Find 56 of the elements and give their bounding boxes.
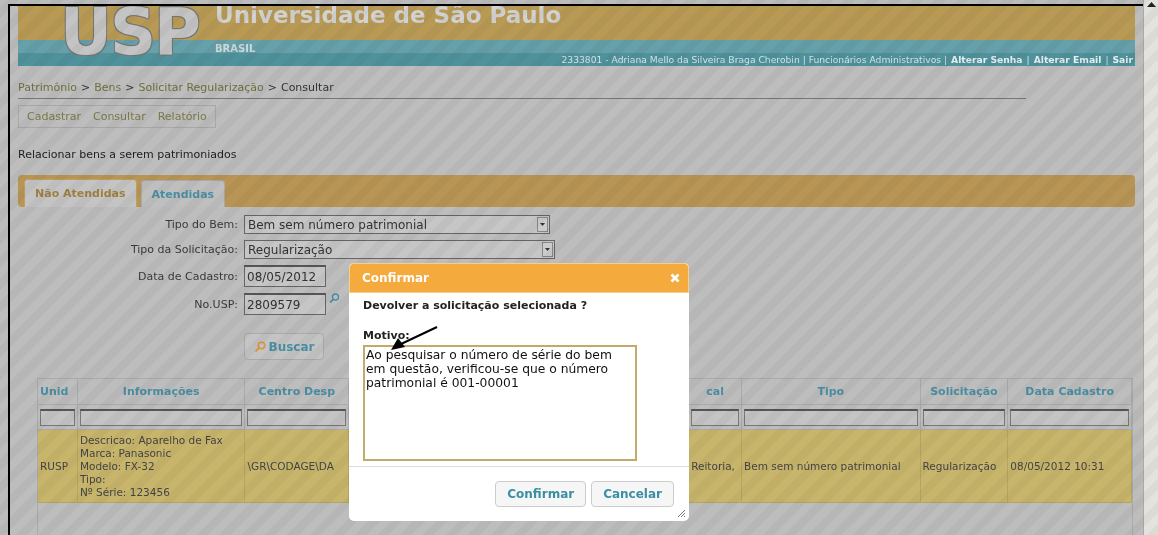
filter-field[interactable] [922,408,1006,426]
field-label: Motivo: [363,329,411,342]
table-cell: Descricao: Aparelho de Fax Marca: Panasonic Modelo: FX-32 Tipo: Nº Série: 123456 [77,430,246,502]
field-label: No.USP: [193,297,238,311]
breadcrumb-link[interactable]: Patrimônio [18,81,77,94]
column-header[interactable]: Unid [38,379,78,404]
resize-grip-icon[interactable] [676,508,686,518]
breadcrumb-text: > [267,81,277,94]
menu-link[interactable]: Cadastrar [27,110,81,123]
filter-field[interactable] [744,408,918,426]
site-subtitle: BRASIL [215,43,256,54]
search-icon [253,340,266,353]
column-header[interactable]: Solicitação [920,379,1009,404]
field-label: Data de Cadastro: [137,269,238,283]
filter-field[interactable] [40,408,75,426]
tab[interactable]: Não Atendidas [24,179,137,207]
select-field[interactable]: Regularização [244,240,555,259]
input-field[interactable]: 2809579 [244,293,326,315]
table-cell: RUSP [38,430,78,502]
breadcrumb-link[interactable]: Solicitar Regularização [138,81,264,94]
table-cell: Bem sem número patrimonial [742,430,921,502]
menu-link[interactable]: Relatório [157,110,207,123]
filter-field[interactable] [79,408,243,426]
site-title: Universidade de São Paulo [215,6,562,28]
table-cell: Regularização [920,430,1009,502]
menu-link[interactable]: Consultar [93,110,146,123]
column-header[interactable]: Informações [77,379,246,404]
filter-field[interactable] [247,408,347,426]
reason-field[interactable]: Ao pesquisar o número de série do bem em questão, verificou-se que o número patrimonial é 001-00001 [363,345,637,461]
column-header[interactable]: Tipo [742,379,921,404]
field-label: Tipo do Bem: [164,218,238,231]
user-info: 2333801 - Adriana Mello da Silveira Braga Cherobin | Funcionários Administrativos | [561,54,948,65]
filter-field[interactable] [1010,408,1129,426]
date-field[interactable]: 08/05/2012 [244,265,326,287]
dialog-title: Confirmar [362,271,429,285]
scroll-up-icon[interactable] [1146,2,1156,8]
breadcrumb-text: > [81,81,91,94]
search-button[interactable]: Buscar [244,333,324,360]
page-title: Relacionar bens a serem patrimoniados [18,148,238,161]
dialog-question: Devolver a solicitação selecionada ? [363,299,589,312]
user-info: | [1105,54,1109,65]
table-cell: 08/05/2012 10:31 [1008,430,1132,502]
field-label: Tipo da Solicitação: [129,243,238,256]
breadcrumb-text: Consultar [280,81,334,94]
breadcrumb-text: > [125,81,135,94]
user-info: | [1026,54,1030,65]
header-link[interactable]: Alterar Senha [951,54,1023,65]
header-link[interactable]: Alterar Email [1033,54,1102,65]
column-header[interactable]: Data Cadastro [1008,379,1132,404]
dialog-button[interactable]: Confirmar [495,481,587,507]
filter-field[interactable] [691,408,740,426]
header-link[interactable]: Sair [1112,54,1133,65]
tab[interactable]: Atendidas [140,180,226,207]
select-field[interactable]: Bem sem número patrimonial [244,215,550,234]
breadcrumb-link[interactable]: Bens [94,81,122,94]
dialog-button[interactable]: Cancelar [591,481,674,507]
